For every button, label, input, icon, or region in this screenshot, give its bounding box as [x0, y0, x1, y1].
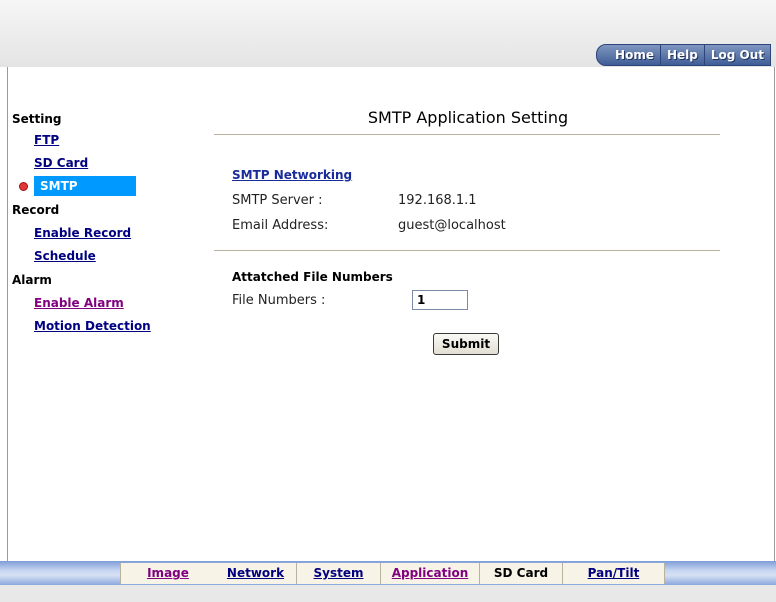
- sidebar-item-enable-alarm[interactable]: Enable Alarm: [34, 296, 124, 310]
- smtp-server-label: SMTP Server :: [232, 193, 323, 208]
- smtp-server-value: 192.168.1.1: [398, 193, 477, 208]
- sidebar-item-sd-card[interactable]: SD Card: [34, 156, 88, 170]
- sidebar-heading-record: Record: [12, 203, 60, 217]
- title-divider: [214, 134, 720, 135]
- submit-button[interactable]: Submit: [433, 333, 499, 355]
- sidebar-item-schedule[interactable]: Schedule: [34, 249, 96, 263]
- sidebar-heading-setting: Setting: [12, 112, 62, 126]
- active-bullet-icon: [19, 182, 28, 191]
- file-numbers-input[interactable]: [412, 290, 468, 310]
- home-button[interactable]: Home: [596, 44, 661, 66]
- sidebar-item-motion-detection[interactable]: Motion Detection: [34, 319, 151, 333]
- top-nav: Home Help Log Out: [596, 44, 771, 66]
- email-address-label: Email Address:: [232, 218, 329, 233]
- help-button[interactable]: Help: [660, 44, 705, 66]
- file-numbers-label: File Numbers :: [232, 293, 326, 308]
- sidebar-item-enable-record[interactable]: Enable Record: [34, 226, 131, 240]
- sidebar-heading-alarm: Alarm: [12, 273, 52, 287]
- email-address-value: guest@localhost: [398, 218, 506, 233]
- tab-system[interactable]: System: [297, 563, 381, 584]
- attached-file-numbers-heading: Attatched File Numbers: [232, 270, 393, 284]
- sidebar-item-ftp[interactable]: FTP: [34, 133, 59, 147]
- sidebar-item-smtp[interactable]: SMTP: [34, 176, 136, 196]
- section-divider: [214, 250, 720, 251]
- content-frame: [7, 67, 775, 561]
- tab-image[interactable]: Image: [120, 563, 216, 584]
- tab-sd-card[interactable]: SD Card: [480, 563, 563, 584]
- tab-application[interactable]: Application: [381, 563, 480, 584]
- bottom-strip: [0, 585, 776, 602]
- smtp-networking-link[interactable]: SMTP Networking: [232, 168, 352, 182]
- page-title: SMTP Application Setting: [367, 108, 569, 127]
- logout-button[interactable]: Log Out: [704, 44, 771, 66]
- tab-pan-tilt[interactable]: Pan/Tilt: [563, 563, 665, 584]
- tab-network[interactable]: Network: [215, 563, 297, 584]
